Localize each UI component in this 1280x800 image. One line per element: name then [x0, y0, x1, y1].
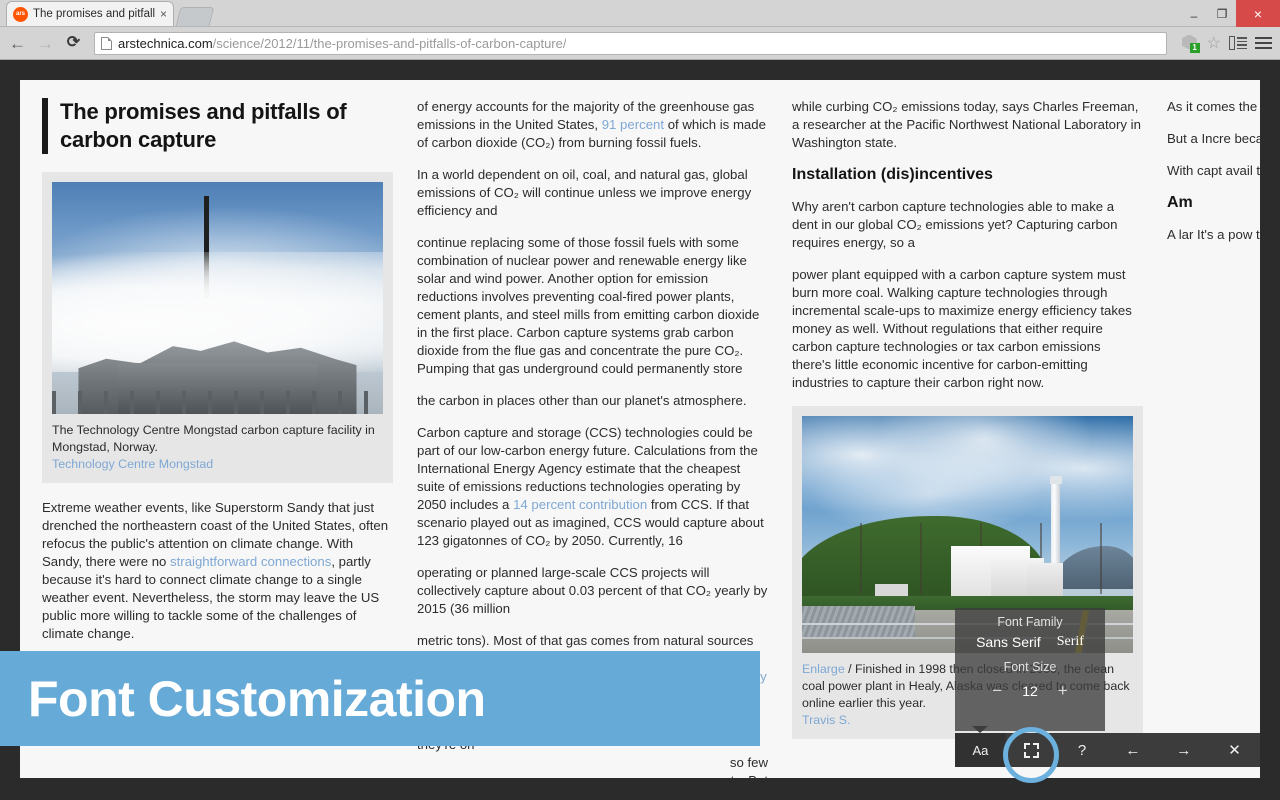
figure-credit-link[interactable]: Technology Centre Mongstad [52, 456, 383, 473]
back-icon[interactable]: ← [8, 35, 27, 52]
url-text: arstechnica.com/science/2012/11/the-prom… [118, 36, 566, 51]
paragraph: continue replacing some of those fossil … [417, 235, 760, 376]
section-heading: Installation (dis)incentives [792, 166, 993, 183]
title-accent-bar [42, 98, 48, 154]
font-family-serif-option[interactable]: Serif [1057, 634, 1084, 650]
paragraph: Carbon capture and storage (CCS) technol… [417, 424, 768, 550]
mongstad-photo [52, 182, 383, 414]
font-size-increase-button[interactable]: + [1058, 682, 1068, 699]
back-button[interactable]: ← [1107, 733, 1158, 767]
paragraph: Why aren't carbon capture technologies a… [792, 199, 1118, 250]
caption-separator: / [844, 662, 856, 676]
banner-text: Font Customization [28, 670, 486, 727]
window-close-button[interactable]: × [1236, 0, 1280, 27]
inline-link-straightforward-connections[interactable]: straightforward connections [170, 554, 331, 569]
paragraph-text: so few [729, 755, 768, 770]
tab-close-icon[interactable]: × [160, 8, 167, 20]
bookmark-star-icon[interactable]: ☆ [1207, 33, 1221, 53]
address-bar[interactable]: arstechnica.com/science/2012/11/the-prom… [94, 31, 1167, 55]
inline-link-14-percent-contribution[interactable]: 14 percent contribution [513, 497, 647, 512]
paragraph-text: But a Incre beca fields page offse into … [1167, 131, 1260, 146]
browser-toolbar: ← → ⟳ arstechnica.com/science/2012/11/th… [0, 27, 1280, 60]
help-button[interactable]: ? [1057, 733, 1108, 767]
window-minimize-button[interactable]: – [1180, 0, 1208, 27]
extension-badge: 1 [1189, 42, 1200, 53]
page-viewport: The promises and pitfalls of carbon capt… [0, 61, 1280, 800]
font-size-decrease-button[interactable]: − [992, 682, 1002, 699]
figure-caption: The Technology Centre Mongstad carbon ca… [52, 414, 383, 473]
paragraph: of energy accounts for the majority of t… [417, 98, 768, 152]
paragraph: while curbing CO₂ emissions today, says … [792, 99, 1141, 150]
paragraph: With capt avail tech pred tech gas DOI: [1167, 163, 1260, 178]
font-family-options: Sans Serif Serif [976, 634, 1084, 650]
focus-highlight-ring [1003, 727, 1059, 783]
forward-button[interactable]: → [1158, 733, 1209, 767]
paragraph: the carbon in places other than our plan… [417, 393, 747, 408]
reading-list-icon[interactable] [1229, 36, 1247, 50]
figure-caption-text: The Technology Centre Mongstad carbon ca… [52, 423, 375, 454]
headline-text: The promises and pitfalls of carbon capt… [60, 99, 347, 152]
paragraph: As it comes the B some Scot outfit gove … [1167, 99, 1260, 114]
url-path: /science/2012/11/the-promises-and-pitfal… [212, 35, 567, 51]
tab-strip: ars The promises and pitfalls of × – ❐ × [0, 0, 1280, 27]
paragraph: power plant equipped with a carbon captu… [792, 267, 1132, 390]
paragraph: A lar It's a pow test. [1167, 227, 1260, 242]
inline-link-91-percent[interactable]: 91 percent [602, 117, 664, 132]
section-heading: Am [1167, 194, 1193, 211]
extension-icon[interactable]: 1 [1181, 34, 1200, 53]
toolbar-icons: 1 ☆ [1176, 33, 1272, 53]
font-settings-button[interactable]: Aa [955, 726, 1006, 767]
column-4: As it comes the B some Scot outfit gove … [1167, 98, 1260, 778]
font-settings-panel: Font Family Sans Serif Serif Font Size −… [955, 608, 1105, 731]
url-host: arstechnica.com [118, 35, 213, 51]
font-size-value: 12 [1022, 682, 1038, 699]
paragraph: Extreme weather events, like Superstorm … [42, 499, 393, 643]
forward-icon[interactable]: → [36, 35, 55, 52]
browser-window: ars The promises and pitfalls of × – ❐ ×… [0, 0, 1280, 800]
font-size-stepper: − 12 + [992, 682, 1067, 699]
reader-toolbar: Aa ? ← → ✕ [955, 726, 1260, 767]
paragraph: In a world dependent on oil, coal, and n… [417, 167, 752, 218]
enlarge-link[interactable]: Enlarge [802, 662, 845, 676]
window-controls: – ❐ × [1180, 0, 1280, 27]
figure-caption-text: Finished in 1 [855, 662, 926, 676]
paragraph: operating or planned large-scale CCS pro… [417, 565, 768, 616]
menu-icon[interactable] [1255, 37, 1272, 49]
reload-icon[interactable]: ⟳ [64, 35, 83, 51]
font-customization-banner: Font Customization [0, 651, 760, 746]
new-tab-button[interactable] [175, 7, 215, 26]
tab-title: The promises and pitfalls of [33, 8, 155, 20]
figure-mongstad: The Technology Centre Mongstad carbon ca… [42, 172, 393, 483]
font-family-label: Font Family [997, 615, 1063, 629]
font-size-label: Font Size [1003, 660, 1057, 674]
font-settings-label: Aa [972, 742, 989, 758]
page-title: The promises and pitfalls of carbon capt… [42, 98, 393, 154]
browser-tab[interactable]: ars The promises and pitfalls of × [6, 1, 174, 26]
window-maximize-button[interactable]: ❐ [1208, 0, 1236, 27]
paragraph: But a Incre beca fields page offse into … [1167, 130, 1260, 148]
font-family-sans-serif-option[interactable]: Sans Serif [976, 634, 1041, 650]
page-info-icon[interactable] [101, 36, 112, 50]
close-button[interactable]: ✕ [1209, 733, 1260, 767]
arstechnica-favicon: ars [13, 6, 28, 22]
